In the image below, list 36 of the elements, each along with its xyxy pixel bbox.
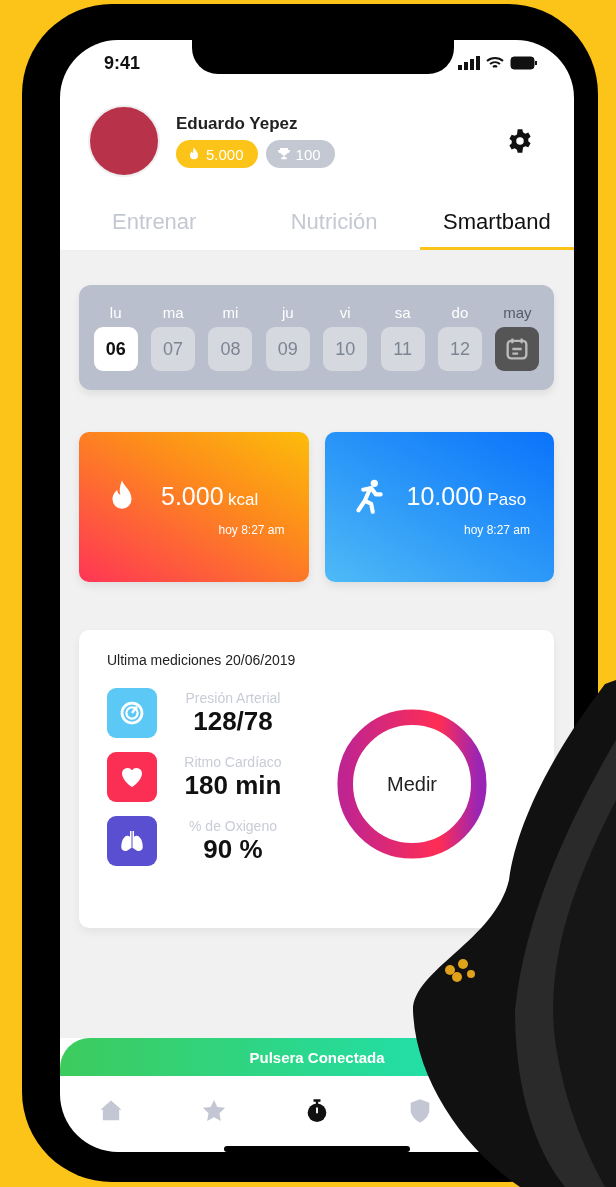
measure-button[interactable]: Medir <box>337 709 487 859</box>
day-button[interactable]: 08 <box>208 327 253 371</box>
weekday-label: ju <box>281 304 294 321</box>
metric-value: 128/78 <box>193 705 273 737</box>
stat-time: hoy 8:27 am <box>463 523 530 537</box>
metric-value: 180 min <box>184 769 282 801</box>
day-button[interactable]: 11 <box>380 327 425 371</box>
trophy-badge: 100 <box>265 140 335 168</box>
day-button[interactable]: 09 <box>265 327 310 371</box>
stat-time: hoy 8:27 am <box>218 523 285 537</box>
weekday-label: do <box>451 304 469 321</box>
tab[interactable]: Nutrición <box>248 196 420 250</box>
day-button[interactable]: 12 <box>437 327 482 371</box>
trophy-icon <box>275 146 292 162</box>
weekday-label: lu <box>109 304 122 321</box>
stat-value: 10.000 Paso <box>406 481 527 511</box>
measurements-title: Ultima mediciones 20/06/2019 <box>107 652 297 668</box>
points-badge: 5.000 <box>176 140 258 168</box>
signal-icon <box>458 56 480 70</box>
user-name: Eduardo Yepez <box>176 114 299 134</box>
weekday-label: sa <box>394 304 411 321</box>
settings-icon <box>506 127 534 155</box>
stat-value: 5.000 kcal <box>161 481 259 511</box>
day-button[interactable]: 07 <box>151 327 196 371</box>
metric-value: 90 % <box>203 833 263 865</box>
weekday-label: mi <box>222 304 239 321</box>
status-time: 9:41 <box>104 52 141 74</box>
weekday-label: ma <box>162 304 184 321</box>
tab[interactable]: Entrenar <box>60 196 249 250</box>
weekday-label: vi <box>339 304 351 321</box>
calendar-button[interactable] <box>495 327 540 371</box>
wifi-icon <box>486 56 504 70</box>
battery-icon <box>510 56 538 70</box>
day-button[interactable]: 06 <box>93 327 138 371</box>
day-button[interactable]: 10 <box>323 327 368 371</box>
month-label: may <box>503 304 532 321</box>
